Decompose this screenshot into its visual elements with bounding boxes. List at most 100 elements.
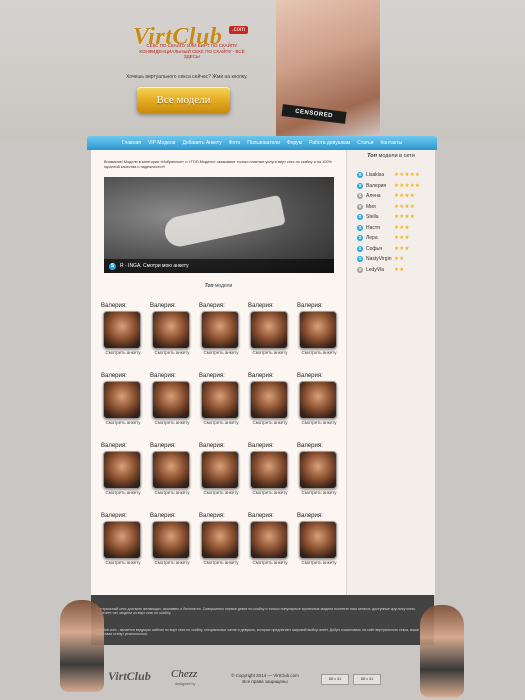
model-card[interactable]: Валерия: Смотреть анкету bbox=[248, 513, 297, 583]
model-card[interactable]: Валерия: Смотреть анкету bbox=[101, 373, 150, 443]
view-profile-link[interactable]: Смотреть анкету bbox=[152, 350, 192, 355]
model-card-photo[interactable] bbox=[250, 451, 288, 489]
featured-model-banner[interactable]: S R - INGA. Смотри мою анкету bbox=[104, 177, 334, 273]
view-profile-link[interactable]: Смотреть анкету bbox=[152, 420, 192, 425]
model-card-name[interactable]: Валерия: bbox=[150, 373, 176, 379]
online-model-row[interactable]: S Lisakisa ★★★★★ bbox=[357, 170, 435, 181]
view-profile-link[interactable]: Смотреть анкету bbox=[201, 490, 241, 495]
online-model-row[interactable]: S Лера ★★★ bbox=[357, 233, 435, 244]
view-profile-link[interactable]: Смотреть анкету bbox=[250, 490, 290, 495]
model-card-name[interactable]: Валерия: bbox=[199, 443, 225, 449]
view-profile-link[interactable]: Смотреть анкету bbox=[250, 560, 290, 565]
model-card-photo[interactable] bbox=[201, 521, 239, 559]
model-card-name[interactable]: Валерия: bbox=[150, 513, 176, 519]
online-model-row[interactable]: S Stella ★★★★ bbox=[357, 212, 435, 223]
nav-item-articles[interactable]: Статьи bbox=[357, 140, 373, 146]
counter-badge-1[interactable]: 88 х 31 bbox=[321, 674, 349, 685]
model-card[interactable]: Валерия: Смотреть анкету bbox=[199, 303, 248, 373]
model-card-photo[interactable] bbox=[103, 451, 141, 489]
model-card[interactable]: Валерия: Смотреть анкету bbox=[199, 513, 248, 583]
model-card[interactable]: Валерия: Смотреть анкету bbox=[150, 443, 199, 513]
model-card-photo[interactable] bbox=[201, 451, 239, 489]
nav-item-home[interactable]: Главная bbox=[122, 140, 141, 146]
model-card[interactable]: Валерия: Смотреть анкету bbox=[101, 443, 150, 513]
model-card-name[interactable]: Валерия: bbox=[101, 373, 127, 379]
counter-badge-2[interactable]: 88 х 31 bbox=[353, 674, 381, 685]
online-model-row[interactable]: S Мия ★★★★ bbox=[357, 202, 435, 213]
view-profile-link[interactable]: Смотреть анкету bbox=[250, 350, 290, 355]
footer-logo[interactable]: VirtClub bbox=[108, 669, 151, 684]
nav-item-work-for-girls[interactable]: Работа девушкам bbox=[309, 140, 350, 146]
online-model-row[interactable]: S Настя ★★★ bbox=[357, 223, 435, 234]
model-card-name[interactable]: Валерия: bbox=[297, 303, 323, 309]
model-card-name[interactable]: Валерия: bbox=[248, 303, 274, 309]
view-profile-link[interactable]: Смотреть анкету bbox=[152, 560, 192, 565]
model-card[interactable]: Валерия: Смотреть анкету bbox=[248, 443, 297, 513]
model-card-name[interactable]: Валерия: bbox=[248, 373, 274, 379]
view-profile-link[interactable]: Смотреть анкету bbox=[152, 490, 192, 495]
model-card-name[interactable]: Валерия: bbox=[199, 513, 225, 519]
online-model-name[interactable]: Софья bbox=[366, 246, 394, 252]
view-profile-link[interactable]: Смотреть анкету bbox=[299, 350, 339, 355]
online-model-name[interactable]: Лера bbox=[366, 235, 394, 241]
model-card[interactable]: Валерия: Смотреть анкету bbox=[150, 373, 199, 443]
view-profile-link[interactable]: Смотреть анкету bbox=[201, 420, 241, 425]
model-card-photo[interactable] bbox=[250, 521, 288, 559]
online-model-row[interactable]: S Софья ★★★ bbox=[357, 244, 435, 255]
model-card-name[interactable]: Валерия: bbox=[150, 303, 176, 309]
model-card-name[interactable]: Валерия: bbox=[199, 373, 225, 379]
nav-item-photo[interactable]: Фото bbox=[229, 140, 241, 146]
model-card[interactable]: Валерия: Смотреть анкету bbox=[248, 373, 297, 443]
model-card-photo[interactable] bbox=[250, 311, 288, 349]
designer-logo[interactable]: Chezz bbox=[171, 668, 197, 680]
view-profile-link[interactable]: Смотреть анкету bbox=[103, 420, 143, 425]
model-card-name[interactable]: Валерия: bbox=[297, 513, 323, 519]
nav-item-contacts[interactable]: Контакты bbox=[380, 140, 402, 146]
online-model-row[interactable]: S LedyVla ★★ bbox=[357, 265, 435, 276]
nav-item-vip-models[interactable]: VIP Модели bbox=[148, 140, 176, 146]
model-card[interactable]: Валерия: Смотреть анкету bbox=[199, 443, 248, 513]
online-model-name[interactable]: Алена bbox=[366, 193, 394, 199]
model-card-photo[interactable] bbox=[299, 311, 337, 349]
model-card-photo[interactable] bbox=[152, 521, 190, 559]
model-card[interactable]: Валерия: Смотреть анкету bbox=[297, 303, 346, 373]
view-profile-link[interactable]: Смотреть анкету bbox=[299, 420, 339, 425]
model-card-photo[interactable] bbox=[103, 381, 141, 419]
model-card[interactable]: Валерия: Смотреть анкету bbox=[248, 303, 297, 373]
model-card-photo[interactable] bbox=[299, 521, 337, 559]
view-profile-link[interactable]: Смотреть анкету bbox=[103, 350, 143, 355]
model-card-name[interactable]: Валерия: bbox=[101, 513, 127, 519]
model-card-name[interactable]: Валерия: bbox=[199, 303, 225, 309]
online-model-name[interactable]: Настя bbox=[366, 225, 394, 231]
all-models-button[interactable]: Все модели bbox=[137, 87, 230, 113]
view-profile-link[interactable]: Смотреть анкету bbox=[299, 490, 339, 495]
view-profile-link[interactable]: Смотреть анкету bbox=[103, 560, 143, 565]
model-card-photo[interactable] bbox=[299, 451, 337, 489]
online-model-name[interactable]: NastyVirgin bbox=[366, 256, 394, 262]
online-model-name[interactable]: Stella bbox=[366, 214, 394, 220]
online-model-row[interactable]: S Валерия ★★★★★ bbox=[357, 181, 435, 192]
nav-item-add-profile[interactable]: Добавить Анкету bbox=[182, 140, 221, 146]
model-card-photo[interactable] bbox=[152, 451, 190, 489]
model-card-photo[interactable] bbox=[152, 381, 190, 419]
online-model-name[interactable]: LedyVla bbox=[366, 267, 394, 273]
model-card-photo[interactable] bbox=[103, 521, 141, 559]
online-model-row[interactable]: S NastyVirgin ★★ bbox=[357, 254, 435, 265]
view-profile-link[interactable]: Смотреть анкету bbox=[201, 350, 241, 355]
view-profile-link[interactable]: Смотреть анкету bbox=[299, 560, 339, 565]
online-model-name[interactable]: Мия bbox=[366, 204, 394, 210]
model-card-name[interactable]: Валерия: bbox=[297, 443, 323, 449]
model-card[interactable]: Валерия: Смотреть анкету bbox=[297, 373, 346, 443]
model-card[interactable]: Валерия: Смотреть анкету bbox=[101, 513, 150, 583]
model-card[interactable]: Валерия: Смотреть анкету bbox=[150, 303, 199, 373]
online-model-name[interactable]: Валерия bbox=[366, 183, 394, 189]
model-card-name[interactable]: Валерия: bbox=[297, 373, 323, 379]
model-card-name[interactable]: Валерия: bbox=[101, 443, 127, 449]
model-card[interactable]: Валерия: Смотреть анкету bbox=[297, 513, 346, 583]
online-model-row[interactable]: S Алена ★★★★ bbox=[357, 191, 435, 202]
nav-item-forum[interactable]: Форум bbox=[287, 140, 302, 146]
model-card[interactable]: Валерия: Смотреть анкету bbox=[101, 303, 150, 373]
model-card-name[interactable]: Валерия: bbox=[248, 513, 274, 519]
model-card-name[interactable]: Валерия: bbox=[101, 303, 127, 309]
model-card-name[interactable]: Валерия: bbox=[150, 443, 176, 449]
